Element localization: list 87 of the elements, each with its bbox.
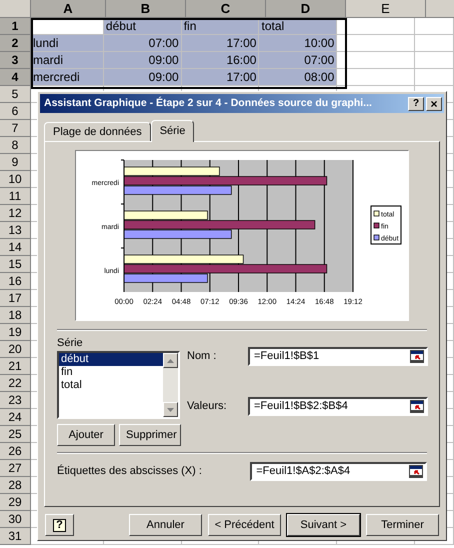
field-label: Étiquettes des abscisses (X) : [57,464,203,480]
column-header[interactable] [426,0,454,18]
window-title: Assistant Graphique - Étape 2 sur 4 - Données source du graphi... [44,96,373,111]
x-labels-field[interactable]: =Feuil1!$A$2:$A$4 [250,462,427,481]
column-header[interactable]: D [266,0,346,18]
column-header[interactable]: B [106,0,186,18]
tab[interactable]: Plage de données [44,122,151,141]
legend-swatch [374,210,380,216]
row-header[interactable]: 8 [0,137,31,154]
add-button[interactable]: Ajouter [57,424,115,446]
row-header[interactable]: 22 [0,375,31,392]
row-header[interactable]: 15 [0,256,31,273]
row-header[interactable]: 4 [0,69,31,86]
row-header[interactable]: 28 [0,477,31,494]
row-header[interactable]: 18 [0,307,31,324]
row-header[interactable]: 17 [0,290,31,307]
scroll-up-icon[interactable] [163,353,178,368]
field-label: Valeurs: [187,399,228,414]
table-cell: 10:00 [259,35,338,52]
row-header[interactable]: 27 [0,460,31,477]
dialog-button[interactable]: Terminer [366,514,439,536]
close-button[interactable]: × [426,96,442,110]
scroll-down-icon[interactable] [163,402,178,417]
column-header[interactable]: A [31,0,106,18]
table-cell: 08:00 [259,69,338,86]
row-header[interactable]: 12 [0,205,31,222]
row-header[interactable]: 2 [0,35,31,52]
remove-button[interactable]: Supprimer [119,424,181,446]
row-header[interactable]: 14 [0,239,31,256]
row-header[interactable]: 31 [0,528,31,545]
row-header[interactable]: 6 [0,103,31,120]
row-header[interactable]: 3 [0,52,31,69]
row-header[interactable]: 9 [0,154,31,171]
table-cell [415,69,454,86]
dialog-button[interactable]: Annuler [129,514,202,536]
table-cell: lundi [31,35,104,52]
name-field[interactable]: =Feuil1!$B$1 [248,347,428,366]
collapse-dialog-icon[interactable] [409,465,423,478]
series-label: Série [57,337,84,350]
table-cell: 09:00 [104,69,182,86]
row-header[interactable]: 26 [0,443,31,460]
select-all-corner[interactable] [0,0,31,18]
field-label: Nom : [187,349,218,364]
row-header[interactable]: 29 [0,494,31,511]
row-header[interactable]: 30 [0,511,31,528]
table-cell: 09:00 [104,52,182,69]
series-listbox[interactable]: début fin total [57,351,180,419]
table-cell: mercredi [31,69,104,86]
table-cell [415,18,454,35]
row-header[interactable]: 21 [0,358,31,375]
row-header[interactable]: 11 [0,188,31,205]
row-header[interactable]: 23 [0,392,31,409]
table-cell: 16:00 [182,52,260,69]
row-header[interactable]: 19 [0,324,31,341]
collapse-dialog-icon[interactable] [410,350,424,363]
row-header[interactable]: 7 [0,120,31,137]
table-cell [415,35,454,52]
collapse-dialog-icon[interactable] [410,400,424,413]
legend-box [370,206,402,244]
values-field[interactable]: =Feuil1!$B$2:$B$4 [248,397,428,416]
table-cell: 17:00 [182,69,260,86]
row-header[interactable]: 1 [0,18,31,35]
help-button[interactable]: ? [408,96,424,110]
legend-swatch [374,234,380,240]
row-header[interactable]: 20 [0,341,31,358]
table-cell: 07:00 [104,35,182,52]
table-cell: 07:00 [259,52,338,69]
row-header[interactable]: 25 [0,426,31,443]
help-button[interactable]: ? [45,514,74,536]
list-item[interactable]: fin [59,366,163,379]
legend-swatch [374,222,380,228]
row-header[interactable]: 16 [0,273,31,290]
column-header[interactable]: C [186,0,266,18]
table-cell: mardi [31,52,104,69]
row-header[interactable]: 10 [0,171,31,188]
table-cell [415,52,454,69]
list-item[interactable]: début [59,353,163,366]
row-header[interactable]: 24 [0,409,31,426]
dialog-button[interactable]: < Précédent [208,514,281,536]
tab[interactable]: Série [150,120,194,142]
list-item[interactable]: total [59,379,163,392]
column-header[interactable]: E [346,0,426,18]
table-cell: 17:00 [182,35,260,52]
row-header[interactable]: 13 [0,222,31,239]
dialog-button[interactable]: Suivant > [287,514,360,536]
scrollbar[interactable] [163,353,178,417]
row-header[interactable]: 5 [0,86,31,103]
